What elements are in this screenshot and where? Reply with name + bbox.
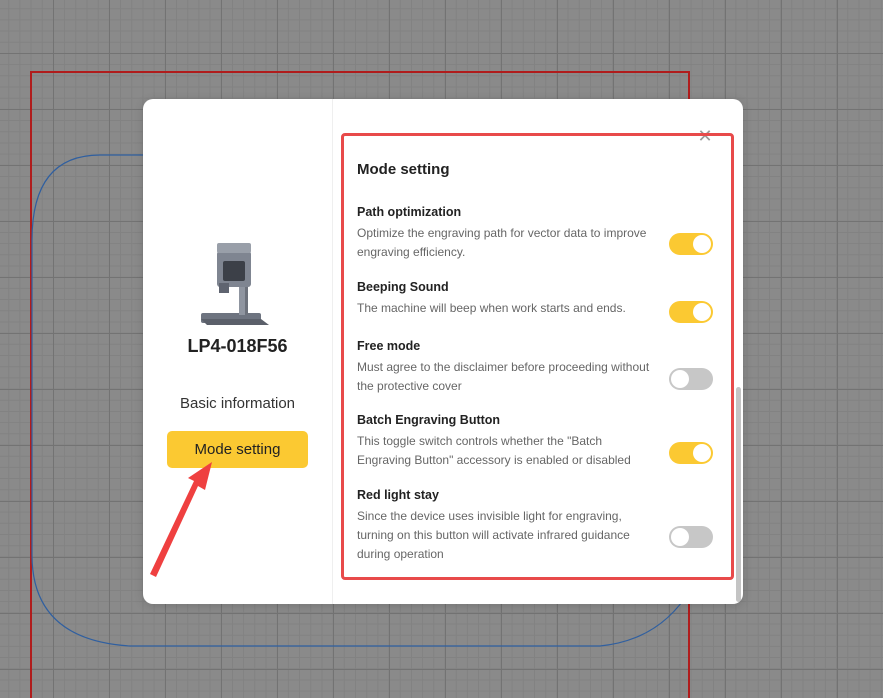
setting-batch-engraving-button: Batch Engraving Button This toggle switc…	[357, 413, 717, 470]
setting-title: Red light stay	[357, 488, 439, 502]
setting-description: Optimize the engraving path for vector d…	[357, 226, 647, 259]
setting-description: This toggle switch controls whether the …	[357, 434, 631, 467]
setting-title: Batch Engraving Button	[357, 413, 501, 427]
setting-title: Path optimization	[357, 205, 462, 219]
setting-description: Must agree to the disclaimer before proc…	[357, 360, 650, 393]
settings-scrollbar[interactable]	[736, 387, 741, 602]
device-sidebar: LP4-018F56 Basic information Mode settin…	[143, 99, 333, 604]
setting-free-mode: Free mode Must agree to the disclaimer b…	[357, 339, 717, 396]
setting-title: Beeping Sound	[357, 280, 449, 294]
laser-engraver-image	[201, 243, 269, 325]
panel-title: Mode setting	[357, 161, 450, 178]
setting-beeping-sound: Beeping Sound The machine will beep when…	[357, 280, 717, 318]
setting-title: Free mode	[357, 339, 421, 353]
close-icon[interactable]: ✕	[696, 127, 714, 145]
toggle-free-mode[interactable]	[669, 368, 713, 390]
device-settings-dialog: LP4-018F56 Basic information Mode settin…	[143, 99, 743, 604]
setting-description: The machine will beep when work starts a…	[357, 301, 626, 315]
nav-mode-setting[interactable]: Mode setting	[167, 431, 308, 468]
setting-description: Since the device uses invisible light fo…	[357, 509, 630, 561]
nav-basic-information[interactable]: Basic information	[143, 395, 332, 412]
toggle-beeping-sound[interactable]	[669, 301, 713, 323]
toggle-path-optimization[interactable]	[669, 233, 713, 255]
setting-path-optimization: Path optimization Optimize the engraving…	[357, 205, 717, 262]
toggle-batch-engraving-button[interactable]	[669, 442, 713, 464]
toggle-red-light-stay[interactable]	[669, 526, 713, 548]
device-name: LP4-018F56	[187, 336, 288, 356]
setting-red-light-stay: Red light stay Since the device uses inv…	[357, 488, 717, 564]
